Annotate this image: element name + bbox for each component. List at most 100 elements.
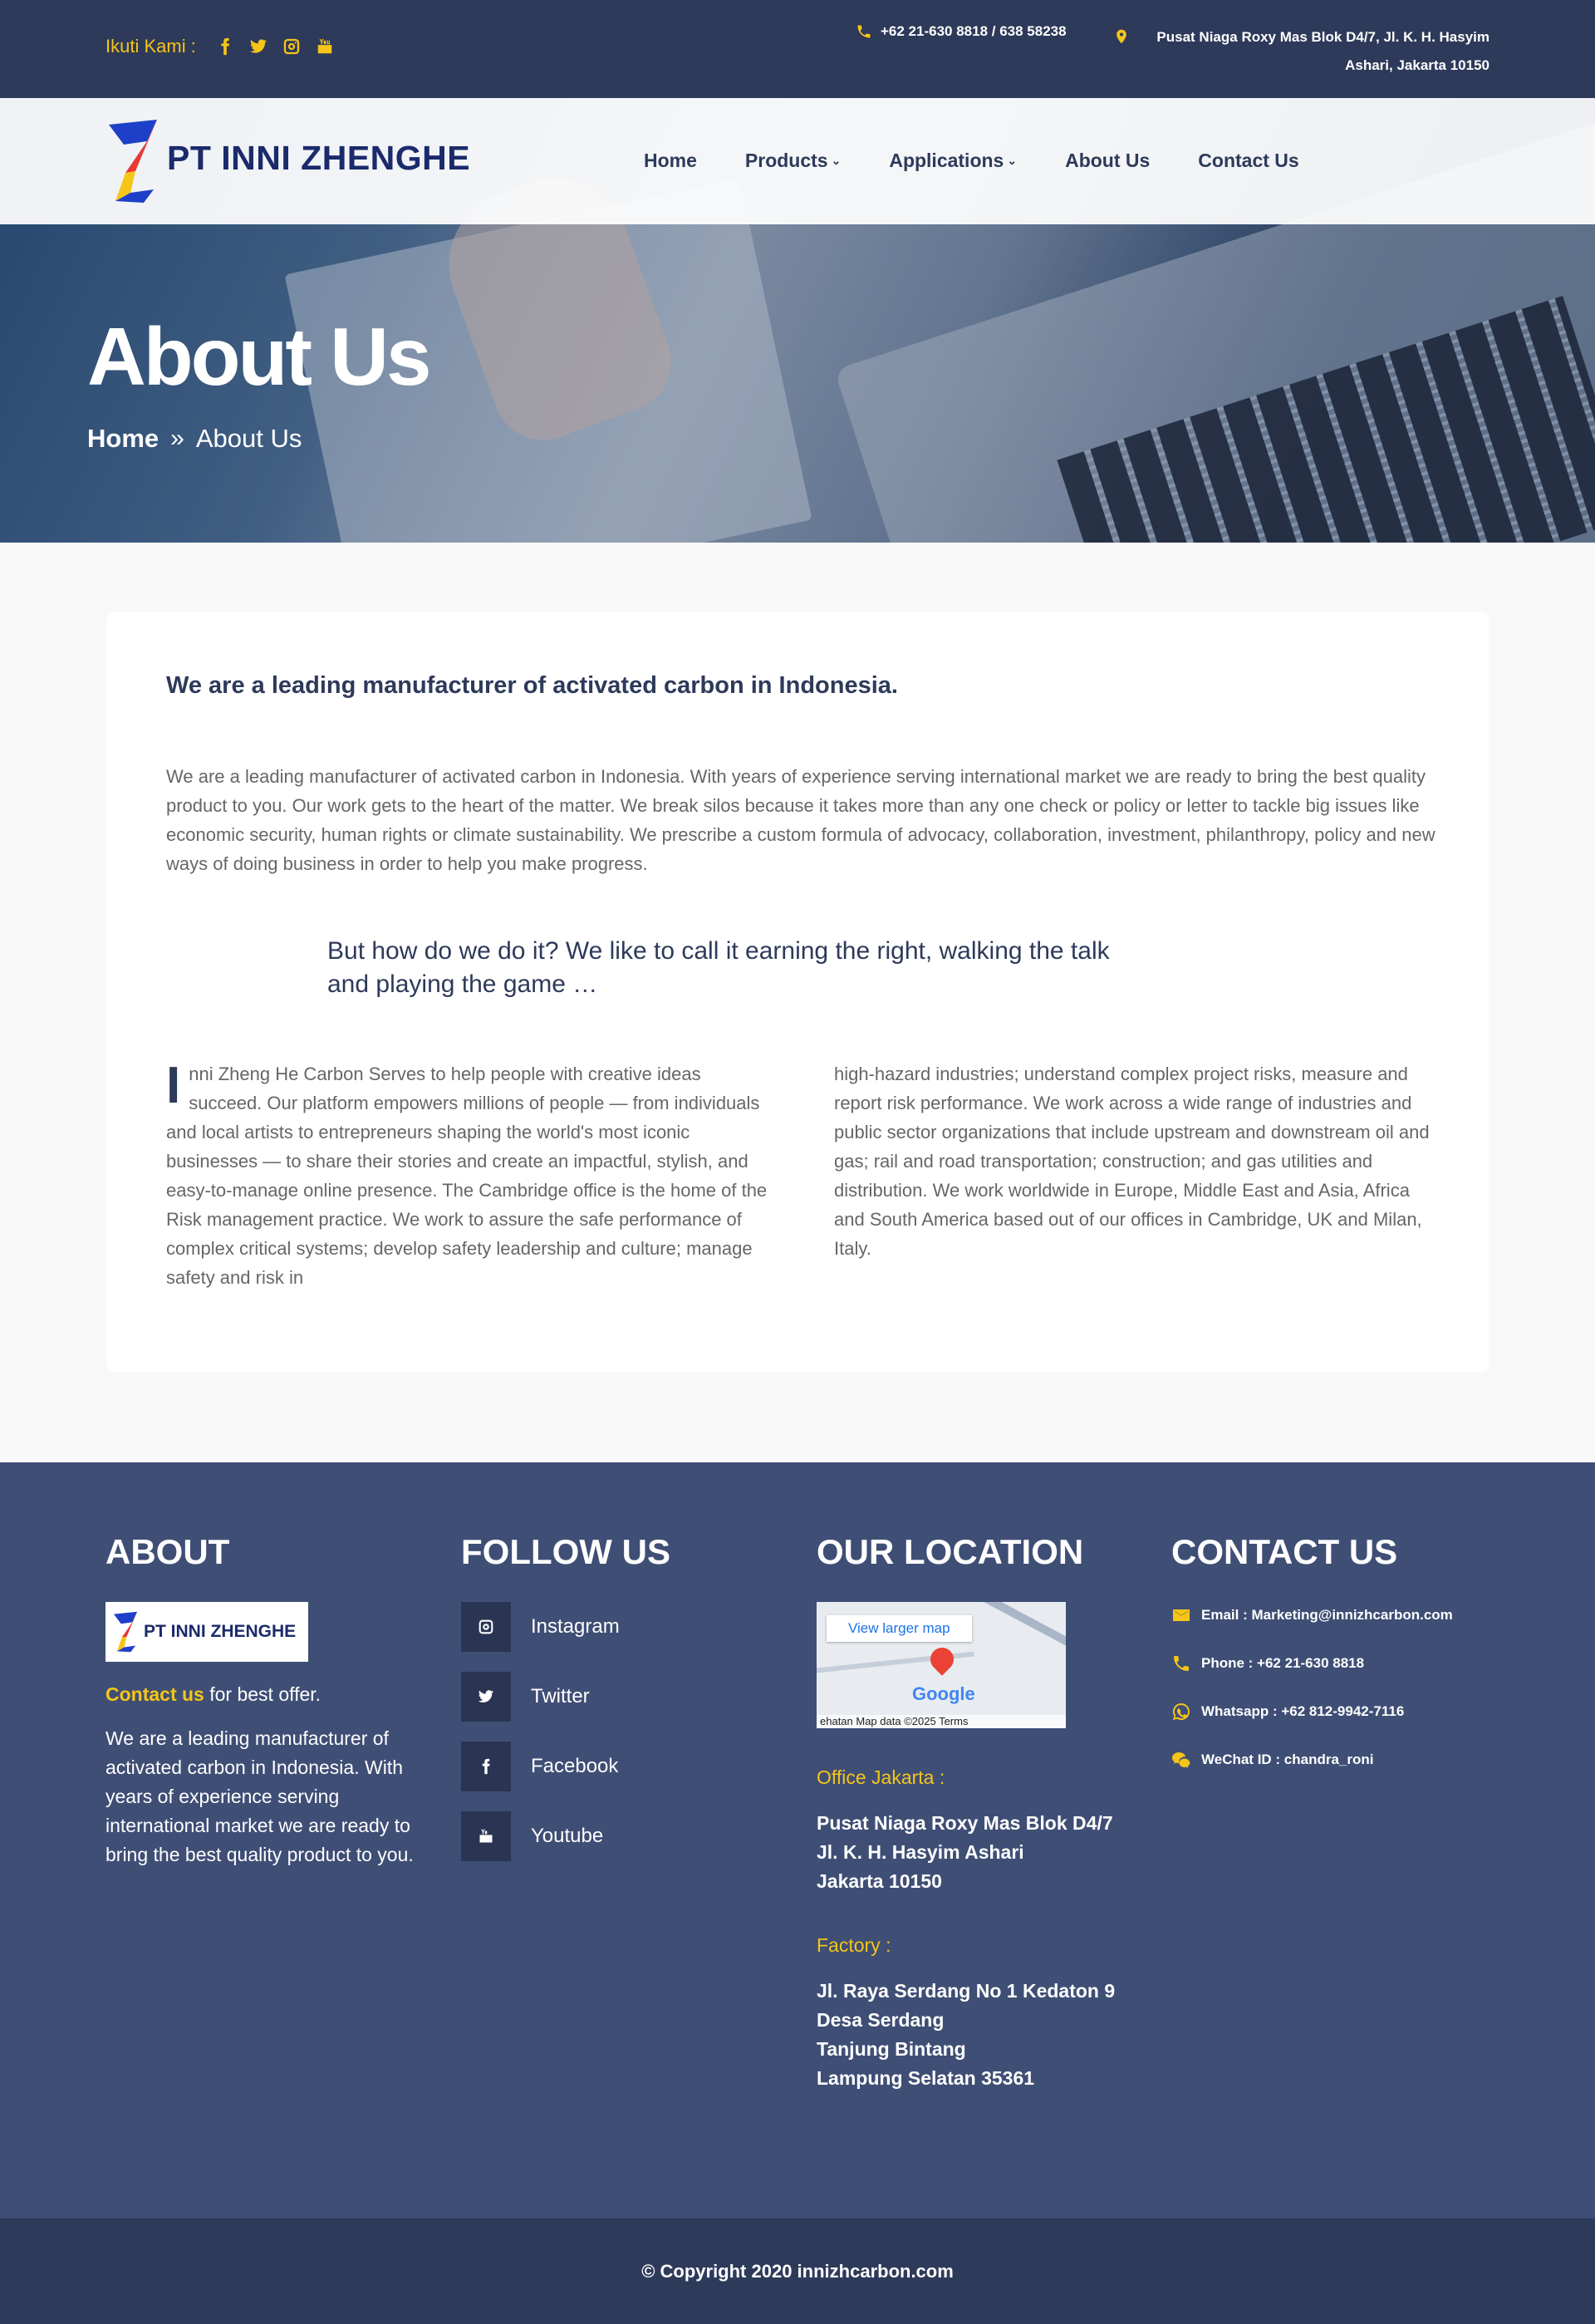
footer-contact: CONTACT US Email : Marketing@innizhcarbo… bbox=[1171, 1532, 1479, 1795]
about-intro-paragraph: We are a leading manufacturer of activat… bbox=[166, 766, 1436, 874]
footer-social-twitter[interactable]: Twitter bbox=[461, 1672, 670, 1722]
copyright-bar: © Copyright 2020 innizhcarbon.com bbox=[0, 2218, 1595, 2324]
nav-menu: Home Products ⌄ Applications ⌄ About Us Co… bbox=[644, 150, 1299, 172]
nav-home[interactable]: Home bbox=[644, 150, 697, 172]
instagram-icon bbox=[461, 1602, 511, 1652]
footer-logo-text: PT INNI ZHENGHE bbox=[144, 1622, 297, 1641]
copyright-text: © Copyright 2020 innizhcarbon.com bbox=[641, 2260, 954, 2282]
page-title: About Us bbox=[87, 311, 431, 402]
factory-label: Factory : bbox=[817, 1934, 891, 1956]
nav-products-label: Products bbox=[744, 150, 828, 171]
contact-us-link[interactable]: Contact us bbox=[106, 1683, 204, 1705]
youtube-icon[interactable] bbox=[314, 36, 336, 57]
chevron-down-icon: ⌄ bbox=[1007, 154, 1018, 167]
phone-icon bbox=[857, 25, 871, 38]
follow-us-bar: Ikuti Kami : bbox=[106, 36, 336, 57]
office-address-line: Pusat Niaga Roxy Mas Blok D4/7 bbox=[817, 1812, 1113, 1834]
chevron-down-icon: ⌄ bbox=[831, 154, 842, 167]
about-columns: Inni Zheng He Carbon Serves to help peop… bbox=[166, 1059, 1437, 1292]
contact-whatsapp[interactable]: Whatsapp : +62 812-9942-7116 bbox=[1171, 1698, 1479, 1725]
footer-about-text: We are a leading manufacturer of activat… bbox=[106, 1727, 414, 1865]
nav-home-label: Home bbox=[644, 150, 697, 171]
contact-whatsapp-text: Whatsapp : +62 812-9942-7116 bbox=[1201, 1703, 1405, 1719]
footer-location-heading: OUR LOCATION bbox=[817, 1532, 1084, 1571]
breadcrumb-current: About Us bbox=[195, 424, 302, 453]
logo-text: PT INNI ZHENGHE bbox=[167, 138, 471, 177]
about-quote: But how do we do it? We like to call it … bbox=[327, 937, 1110, 998]
breadcrumb-home[interactable]: Home bbox=[87, 424, 159, 454]
factory-address-line: Lampung Selatan 35361 bbox=[817, 2067, 1035, 2089]
envelope-icon bbox=[1173, 1609, 1190, 1621]
footer-social-instagram[interactable]: Instagram bbox=[461, 1602, 670, 1652]
breadcrumb: Home » About Us bbox=[87, 424, 302, 454]
instagram-icon[interactable] bbox=[281, 36, 302, 57]
contact-wechat-text: WeChat ID : chandra_roni bbox=[1201, 1752, 1374, 1767]
about-content-card: We are a leading manufacturer of activat… bbox=[106, 612, 1489, 1372]
contact-email-text: Email : Marketing@innizhcarbon.com bbox=[1201, 1607, 1453, 1623]
office-address-line: Jl. K. H. Hasyim Ashari bbox=[817, 1841, 1024, 1863]
youtube-icon bbox=[461, 1811, 511, 1861]
footer-social-label: Twitter bbox=[531, 1685, 590, 1707]
breadcrumb-separator-icon: » bbox=[170, 425, 184, 452]
nav-contact-us-label: Contact Us bbox=[1198, 150, 1299, 171]
nav-applications[interactable]: Applications ⌄ bbox=[889, 150, 1017, 172]
footer-offer: Contact us for best offer. bbox=[106, 1683, 425, 1706]
wechat-icon bbox=[1172, 1752, 1190, 1768]
topbar-address: Pusat Niaga Roxy Mas Blok D4/7, Jl. K. H… bbox=[1113, 23, 1489, 80]
map-attribution: ehatan Map data ©2025 Terms bbox=[817, 1715, 1066, 1728]
location-map[interactable]: View larger map Google ehatan Map data ©… bbox=[817, 1602, 1066, 1728]
about-column-right: high-hazard industries; understand compl… bbox=[834, 1064, 1430, 1259]
office-address: Pusat Niaga Roxy Mas Blok D4/7 Jl. K. H.… bbox=[817, 1809, 1115, 1896]
topbar-phone[interactable]: +62 21-630 8818 / 638 58238 bbox=[856, 23, 1067, 40]
footer-social-label: Youtube bbox=[531, 1825, 604, 1847]
map-marker-icon bbox=[925, 1643, 959, 1676]
whatsapp-icon bbox=[1173, 1703, 1190, 1720]
site-footer: ABOUT PT INNI ZHENGHE Contact us for bes… bbox=[0, 1462, 1595, 2218]
follow-label: Ikuti Kami : bbox=[106, 36, 196, 57]
factory-address-line: Jl. Raya Serdang No 1 Kedaton 9 bbox=[817, 1980, 1116, 2002]
nav-about-us-label: About Us bbox=[1065, 150, 1151, 171]
logo-mark-icon bbox=[113, 1611, 138, 1653]
facebook-icon[interactable] bbox=[214, 36, 236, 57]
contact-phone-text: Phone : +62 21-630 8818 bbox=[1201, 1655, 1365, 1671]
contact-wechat[interactable]: WeChat ID : chandra_roni bbox=[1171, 1747, 1479, 1773]
footer-social-label: Instagram bbox=[531, 1615, 620, 1638]
footer-follow: FOLLOW US Instagram Twitter Facebook You… bbox=[461, 1532, 670, 1881]
dropcap-letter: I bbox=[166, 1057, 181, 1114]
footer-location: OUR LOCATION View larger map Google ehat… bbox=[817, 1532, 1115, 2093]
footer-about: ABOUT PT INNI ZHENGHE Contact us for bes… bbox=[106, 1532, 425, 1870]
about-lead-heading: We are a leading manufacturer of activat… bbox=[166, 672, 898, 699]
main-navbar: PT INNI ZHENGHE Home Products ⌄ Applicati… bbox=[0, 98, 1595, 224]
map-pin-icon bbox=[1116, 29, 1126, 44]
about-column-left-text: nni Zheng He Carbon Serves to help peopl… bbox=[166, 1064, 768, 1288]
google-logo: Google bbox=[912, 1683, 975, 1704]
twitter-icon[interactable] bbox=[248, 36, 269, 57]
topbar-address-text: Pusat Niaga Roxy Mas Blok D4/7, Jl. K. H… bbox=[1156, 29, 1489, 73]
site-logo[interactable]: PT INNI ZHENGHE bbox=[106, 118, 470, 204]
footer-social-facebook[interactable]: Facebook bbox=[461, 1742, 670, 1791]
footer-follow-heading: FOLLOW US bbox=[461, 1532, 670, 1571]
footer-about-heading: ABOUT bbox=[106, 1532, 230, 1571]
footer-social-label: Facebook bbox=[531, 1755, 619, 1777]
footer-logo[interactable]: PT INNI ZHENGHE bbox=[106, 1602, 308, 1662]
office-address-line: Jakarta 10150 bbox=[817, 1870, 942, 1892]
contact-phone[interactable]: Phone : +62 21-630 8818 bbox=[1171, 1650, 1479, 1677]
view-larger-map-button[interactable]: View larger map bbox=[827, 1615, 972, 1642]
twitter-icon bbox=[461, 1672, 511, 1722]
topbar-phone-text: +62 21-630 8818 / 638 58238 bbox=[881, 23, 1067, 39]
facebook-icon bbox=[461, 1742, 511, 1791]
logo-mark-icon bbox=[109, 120, 157, 203]
footer-contact-heading: CONTACT US bbox=[1171, 1532, 1398, 1571]
footer-social-youtube[interactable]: Youtube bbox=[461, 1811, 670, 1861]
factory-address: Jl. Raya Serdang No 1 Kedaton 9 Desa Ser… bbox=[817, 1977, 1115, 2093]
nav-contact-us[interactable]: Contact Us bbox=[1198, 150, 1298, 172]
nav-applications-label: Applications bbox=[889, 150, 1004, 171]
about-column-left: Inni Zheng He Carbon Serves to help peop… bbox=[166, 1059, 769, 1292]
top-bar: Ikuti Kami : +62 21-630 8818 / 638 58238… bbox=[0, 0, 1595, 98]
contact-email[interactable]: Email : Marketing@innizhcarbon.com bbox=[1171, 1602, 1479, 1629]
nav-products[interactable]: Products ⌄ bbox=[745, 150, 841, 172]
factory-address-line: Tanjung Bintang bbox=[817, 2038, 966, 2060]
footer-offer-text: for best offer. bbox=[204, 1683, 321, 1705]
factory-address-line: Desa Serdang bbox=[817, 2009, 945, 2031]
nav-about-us[interactable]: About Us bbox=[1065, 150, 1150, 172]
